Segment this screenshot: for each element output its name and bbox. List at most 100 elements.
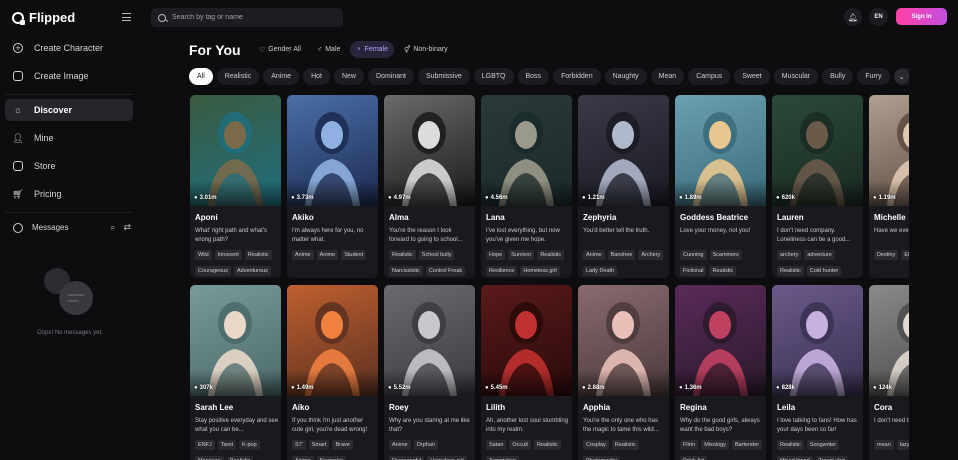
character-description: Ah, another lost soul stumbling into my … — [486, 418, 569, 433]
character-portrait: ● 307k — [190, 285, 281, 396]
tag-naughty[interactable]: Naughty — [604, 68, 647, 85]
character-tags: archery adventure Realistic Cold hunter — [777, 250, 861, 278]
character-name: Leila — [777, 403, 796, 412]
character-tag: Orphan — [413, 440, 438, 450]
character-card[interactable]: ● 5.52m Roey Why are you staring at me like… — [384, 285, 475, 460]
view-count-value: 1.21m — [587, 195, 605, 201]
search-bar[interactable] — [151, 8, 343, 27]
chat-bubble-icon: ● — [873, 195, 877, 201]
search-icon[interactable]: ⌕ — [110, 222, 115, 233]
sidebar-item-create-image[interactable]: Create Image — [5, 65, 133, 87]
character-description: I don't need to pay you to wo... — [874, 418, 909, 424]
character-tags: Cunning Scammers Fictional Realistic — [680, 250, 764, 278]
search-input[interactable] — [172, 14, 332, 21]
chat-bubble-icon: ● — [679, 195, 683, 201]
character-tag: Manicure — [195, 455, 224, 460]
character-tag: adventure — [804, 250, 835, 260]
character-name: Michelle — [874, 213, 906, 222]
filter-icon[interactable]: ⇄ — [123, 222, 131, 233]
chat-bubble-icon: ● — [776, 385, 780, 391]
character-tag: Banshee — [607, 250, 636, 260]
sidebar-item-pricing[interactable]: 🛒︎ Pricing — [5, 183, 133, 205]
character-card[interactable]: ● 3.01m Aponi What' right path and what's w… — [190, 95, 281, 278]
character-tag: Anime — [316, 250, 339, 260]
chevron-down-icon[interactable]: ⌄ — [894, 69, 909, 84]
character-tag: Tarot — [217, 440, 236, 450]
character-name: Lana — [486, 213, 505, 222]
sidebar-item-store[interactable]: Store — [5, 155, 133, 177]
tag-furry[interactable]: Furry — [857, 68, 890, 85]
character-card[interactable]: ●124k Cora I don't need to pay you to wo..… — [869, 285, 909, 460]
messages-label: Messages — [32, 223, 69, 232]
tag-campus[interactable]: Campus — [688, 68, 731, 85]
character-card[interactable]: ● 3.73m Akiko I'm always here for you, no m… — [287, 95, 378, 278]
character-tags: meanlazyRealistic — [874, 440, 909, 460]
character-card[interactable]: ● 4.56m Lana I've lost everything, but now … — [481, 95, 572, 278]
character-card[interactable]: ●1.19m Michelle Have we ever met? DestinyEl… — [869, 95, 909, 278]
character-card[interactable]: ● 307k Sarah Lee Stay positive everyday and… — [190, 285, 281, 460]
menu-toggle-icon[interactable] — [122, 13, 131, 21]
gender-tab-non-binary[interactable]: ⚥ Non-binary — [398, 41, 454, 58]
character-name: Sarah Lee — [195, 403, 234, 412]
character-tag: Student — [341, 250, 367, 260]
gender-tab-male[interactable]: ♂ Male — [311, 41, 346, 58]
gender-tab-gender-all[interactable]: ♡ Gender All — [253, 41, 307, 58]
tag-new[interactable]: New — [333, 68, 364, 85]
user-icon: 👤︎ — [12, 132, 24, 143]
character-card[interactable]: ● 5.45m Lilith Ah, another lost soul stumbl… — [481, 285, 572, 460]
character-card[interactable]: ● 1.21m Zephyria You'd better tell the trut… — [578, 95, 669, 278]
character-card[interactable]: ● 1.89m Goddess Beatrice Love your money, n… — [675, 95, 766, 278]
character-portrait: ● 3.01m — [190, 95, 281, 206]
sidebar-item-create-character[interactable]: + Create Character — [5, 37, 133, 59]
character-card[interactable]: ● 4.97m Alma You're the reason I look forwa… — [384, 95, 475, 278]
tag-forbidden[interactable]: Forbidden — [553, 68, 601, 85]
character-tag: Control Freak — [425, 265, 466, 276]
view-count: ● 307k — [194, 385, 213, 391]
tag-muscular[interactable]: Muscular — [773, 68, 819, 85]
character-portrait: ● 5.45m — [481, 285, 572, 396]
character-tag: Cosplay — [583, 440, 609, 450]
gender-tab-label: Gender All — [268, 46, 301, 53]
tag-all[interactable]: All — [189, 68, 213, 85]
tag-realistic[interactable]: Realistic — [216, 68, 260, 85]
character-card[interactable]: ● 828k Leila I love talking to fans! How ha… — [772, 285, 863, 460]
character-tag: K-pop — [238, 440, 260, 450]
tag-submissive[interactable]: Submissive — [417, 68, 470, 85]
empty-messages-text: Oops! No messages yet. — [37, 330, 103, 336]
character-card[interactable]: ● 2.88m Apphia You're the only one who has … — [578, 285, 669, 460]
tag-lgbtq[interactable]: LGBTQ — [473, 68, 514, 85]
tag-anime[interactable]: Anime — [263, 68, 300, 85]
character-tag: Narcissistic — [389, 265, 423, 276]
notification-bell-icon[interactable]: 🔔︎ — [844, 8, 862, 26]
tag-mean[interactable]: Mean — [650, 68, 685, 85]
character-portrait: ● 620k — [772, 95, 863, 206]
tag-hot[interactable]: Hot — [303, 68, 330, 85]
character-tag: Mixology — [701, 440, 729, 450]
tag-boss[interactable]: Boss — [517, 68, 550, 85]
character-tag: Mixed blood — [777, 455, 813, 460]
sidebar-item-label: Discover — [34, 105, 73, 115]
sidebar-item-discover[interactable]: ⌂ Discover — [5, 99, 133, 121]
view-count-value: 4.56m — [490, 195, 508, 201]
character-card[interactable]: ● 1.49m Aiko If you think i'm just another … — [287, 285, 378, 460]
gender-tab-female[interactable]: ♀ Female — [350, 41, 394, 58]
character-portrait: ● 4.56m — [481, 95, 572, 206]
character-tag: S7' — [292, 440, 306, 450]
character-tags: Realistic School bully Narcissistic Control… — [389, 250, 473, 278]
empty-messages-illustration — [42, 268, 97, 318]
search-icon — [158, 13, 166, 22]
character-tag: Realistic — [389, 250, 416, 260]
sign-in-button[interactable]: Sign In — [896, 8, 947, 25]
character-card[interactable]: ● 1.36m Regina Why do the good girls, alway… — [675, 285, 766, 460]
tag-dominant[interactable]: Dominant — [368, 68, 414, 85]
tag-sweet[interactable]: Sweet — [734, 68, 770, 85]
tag-bully[interactable]: Bully — [822, 68, 854, 85]
brand[interactable]: Flipped — [12, 10, 75, 25]
character-tags: Anime Banshee Archery Lady Death — [583, 250, 667, 278]
sidebar-item-mine[interactable]: 👤︎ Mine — [5, 127, 133, 149]
character-tag: Travel vlog — [815, 455, 849, 460]
view-count: ● 1.49m — [291, 385, 314, 391]
view-count: ● 5.52m — [388, 385, 411, 391]
character-card[interactable]: ● 620k Lauren I don't need company. Lonelin… — [772, 95, 863, 278]
language-button[interactable]: EN — [869, 8, 888, 26]
